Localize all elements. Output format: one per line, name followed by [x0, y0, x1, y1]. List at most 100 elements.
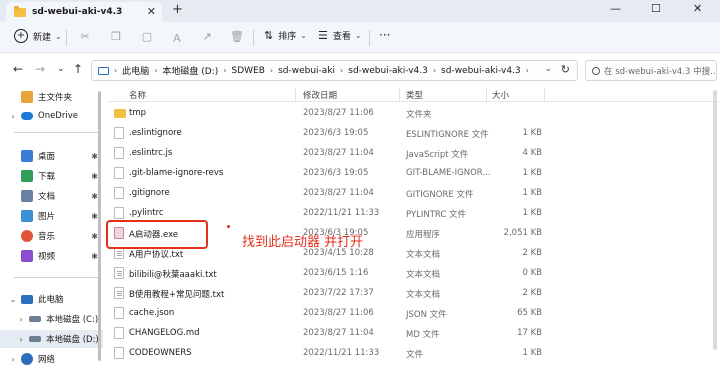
refresh-icon[interactable]: ↻	[561, 63, 570, 76]
column-header-name[interactable]: 名称	[129, 89, 146, 101]
sort-button[interactable]: ⇅ 排序 ⌄	[264, 29, 307, 42]
file-date: 2023/6/3 19:05	[303, 128, 369, 138]
pc-icon	[98, 66, 109, 75]
sidebar-item-videos[interactable]: 视频 ✱	[0, 247, 103, 265]
recent-locations-icon[interactable]: ⌄	[57, 64, 65, 74]
copy-icon[interactable]: ❐	[109, 30, 123, 44]
tab-close-icon[interactable]: ✕	[147, 5, 156, 18]
sidebar-item-music[interactable]: 音乐 ✱	[0, 227, 103, 245]
file-row[interactable]: .eslintrc.js 2023/8/27 11:04 JavaScript …	[108, 143, 720, 163]
rename-icon[interactable]: Ａ	[170, 30, 184, 45]
sidebar-item-onedrive[interactable]: › OneDrive	[0, 107, 103, 125]
breadcrumb-sdweb[interactable]: SDWEB	[231, 66, 264, 76]
file-row[interactable]: B使用教程+常见问题.txt 2023/7/22 17:37 文本文档 2 KB	[108, 283, 720, 303]
file-name: .git-blame-ignore-revs	[129, 168, 224, 178]
minimize-icon[interactable]: —	[610, 2, 621, 15]
file-type: 文本文档	[406, 290, 441, 300]
column-divider[interactable]	[486, 88, 487, 101]
file-date: 2022/11/21 11:33	[303, 208, 380, 218]
chevron-right-icon[interactable]: ›	[16, 335, 26, 344]
tab-bar: sd-webui-aki-v4.3 ✕ + — ☐ ✕	[0, 0, 720, 22]
chevron-down-icon[interactable]: ⌄	[8, 295, 18, 304]
annotation-dot	[227, 225, 230, 228]
file-row[interactable]: cache.json 2023/8/27 11:06 JSON 文件 65 KB	[108, 303, 720, 323]
file-row[interactable]: tmp 2023/8/27 11:06 文件夹	[108, 103, 720, 123]
pin-icon[interactable]: ✱	[91, 152, 98, 161]
folder-icon	[14, 5, 26, 17]
text-file-icon	[114, 287, 124, 299]
tab-active[interactable]: sd-webui-aki-v4.3 ✕	[6, 2, 162, 22]
column-header-type[interactable]: 类型	[406, 89, 423, 101]
sidebar-item-drive-c[interactable]: › 本地磁盘 (C:)	[0, 310, 103, 328]
sidebar-item-desktop[interactable]: 桌面 ✱	[0, 147, 103, 165]
file-row[interactable]: bilibili@秋葉aaaki.txt 2023/6/15 1:16 文本文档…	[108, 263, 720, 283]
file-name: CHANGELOG.md	[129, 328, 200, 338]
file-date: 2023/8/27 11:06	[303, 308, 374, 318]
sidebar-scrollbar[interactable]	[98, 91, 101, 361]
column-header-date[interactable]: 修改日期	[303, 89, 337, 101]
new-button[interactable]: + 新建 ⌄	[14, 29, 62, 43]
forward-icon[interactable]: →	[35, 62, 45, 76]
up-icon[interactable]: ↑	[73, 62, 83, 76]
close-window-icon[interactable]: ✕	[693, 2, 702, 15]
breadcrumb-separator: ›	[114, 66, 118, 75]
sidebar-item-drive-d[interactable]: › 本地磁盘 (D:)	[0, 330, 103, 348]
more-options-icon[interactable]: ···	[379, 28, 390, 42]
file-size: 65 KB	[517, 308, 542, 318]
breadcrumb-current[interactable]: sd-webui-aki-v4.3	[441, 66, 521, 76]
address-bar[interactable]: › 此电脑 › 本地磁盘 (D:) › SDWEB › sd-webui-aki…	[91, 60, 578, 81]
column-divider[interactable]	[295, 88, 296, 101]
navigation-pane: 主文件夹 › OneDrive 桌面 ✱ 下载 ✱ 文档 ✱ 图片 ✱ 音乐 ✱	[0, 87, 103, 366]
sidebar-item-label: 此电脑	[38, 295, 64, 305]
file-icon	[114, 167, 124, 179]
new-tab-icon[interactable]: +	[172, 2, 183, 17]
breadcrumb-drive-d[interactable]: 本地磁盘 (D:)	[162, 64, 218, 77]
cut-icon[interactable]: ✂	[78, 30, 92, 44]
file-type: 应用程序	[406, 230, 441, 240]
sidebar-item-pictures[interactable]: 图片 ✱	[0, 207, 103, 225]
sidebar-item-label: 下载	[38, 172, 56, 182]
chevron-right-icon[interactable]: ›	[8, 355, 18, 364]
file-row[interactable]: .gitignore 2023/8/27 11:04 GITIGNORE 文件 …	[108, 183, 720, 203]
file-type: 文件	[406, 350, 424, 360]
pin-icon[interactable]: ✱	[91, 192, 98, 201]
file-row[interactable]: .git-blame-ignore-revs 2023/6/3 19:05 GI…	[108, 163, 720, 183]
maximize-icon[interactable]: ☐	[651, 2, 661, 15]
file-row[interactable]: CODEOWNERS 2022/11/21 11:33 文件 1 KB	[108, 343, 720, 363]
file-type: ESLINTIGNORE 文件	[406, 130, 489, 140]
breadcrumb-separator: ›	[432, 66, 437, 75]
paste-icon[interactable]: ▢	[140, 30, 154, 44]
back-icon[interactable]: ←	[13, 62, 23, 76]
breadcrumb-this-pc[interactable]: 此电脑	[122, 64, 149, 77]
search-input[interactable]: 在 sd-webui-aki-v4.3 中搜...	[585, 60, 717, 81]
column-divider[interactable]	[544, 88, 545, 101]
pin-icon[interactable]: ✱	[91, 172, 98, 181]
file-row[interactable]: CHANGELOG.md 2023/8/27 11:04 MD 文件 17 KB	[108, 323, 720, 343]
sort-label: 排序	[278, 32, 297, 42]
sidebar-item-label: 主文件夹	[38, 93, 73, 103]
sidebar-item-documents[interactable]: 文档 ✱	[0, 187, 103, 205]
chevron-down-icon: ⌄	[55, 31, 62, 41]
sidebar-item-home[interactable]: 主文件夹	[0, 88, 103, 106]
delete-icon[interactable]: 🗑	[230, 30, 244, 44]
chevron-right-icon[interactable]: ›	[8, 112, 18, 121]
column-divider[interactable]	[399, 88, 400, 101]
address-dropdown-icon[interactable]: ⌄	[544, 64, 552, 74]
file-name: cache.json	[129, 308, 175, 318]
file-row[interactable]: .eslintignore 2023/6/3 19:05 ESLINTIGNOR…	[108, 123, 720, 143]
highlight-box	[106, 220, 208, 249]
file-list-scrollbar[interactable]	[713, 90, 717, 350]
sidebar-item-this-pc[interactable]: ⌄ 此电脑	[0, 290, 103, 308]
share-icon[interactable]: ↗	[200, 30, 214, 44]
sidebar-item-downloads[interactable]: 下载 ✱	[0, 167, 103, 185]
column-header-size[interactable]: 大小	[492, 89, 509, 101]
breadcrumb-sd-webui-aki[interactable]: sd-webui-aki	[278, 66, 335, 76]
pin-icon[interactable]: ✱	[91, 252, 98, 261]
sidebar-item-network[interactable]: › 网络	[0, 350, 103, 366]
view-button[interactable]: ☰ 查看 ⌄	[318, 29, 362, 42]
chevron-right-icon[interactable]: ›	[16, 315, 26, 324]
pin-icon[interactable]: ✱	[91, 212, 98, 221]
breadcrumb-sd-webui-aki-v43[interactable]: sd-webui-aki-v4.3	[348, 66, 428, 76]
pin-icon[interactable]: ✱	[91, 232, 98, 241]
file-date: 2023/8/27 11:04	[303, 328, 374, 338]
